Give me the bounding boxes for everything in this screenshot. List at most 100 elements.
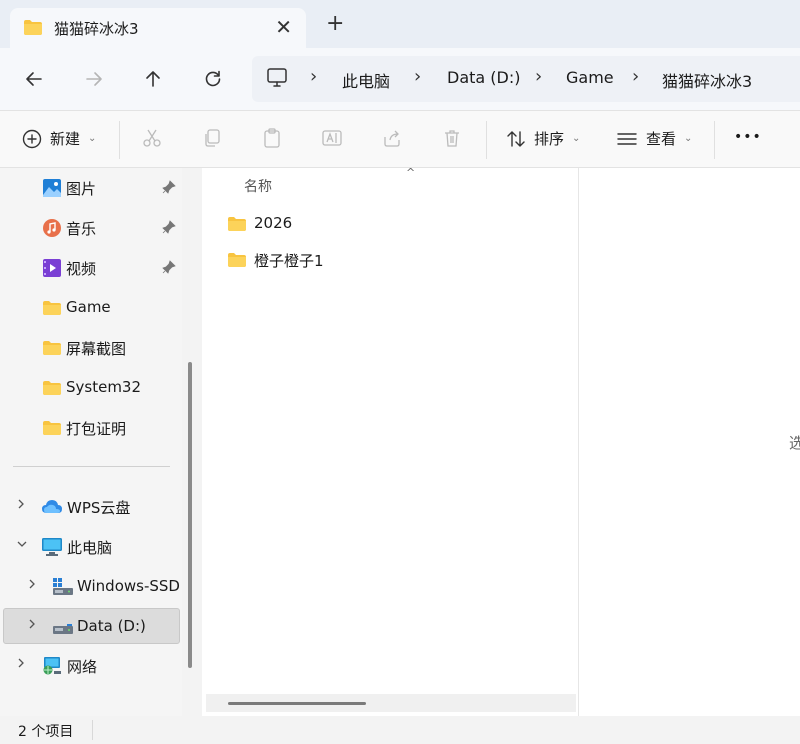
folder-icon [24, 20, 42, 39]
status-bar: 2 个项目 [0, 716, 800, 744]
sidebar-item-packing-proof[interactable]: 打包证明 [0, 410, 182, 446]
navigation-bar: › 此电脑 › Data (D:) › Game › 猫猫碎冰冰3 [0, 48, 800, 110]
breadcrumb-separator: › [414, 66, 422, 87]
sort-icon [507, 130, 525, 147]
more-options-button[interactable]: ••• [734, 129, 762, 145]
chevron-down-icon: ⌄ [572, 133, 581, 144]
trash-icon [445, 130, 459, 147]
sidebar-item-label: 屏幕截图 [66, 340, 127, 358]
navigation-pane: 图片 音乐 视频 Game 屏幕截图 System32 打包证明 WPS云盘 此… [0, 168, 182, 716]
chevron-right-icon[interactable] [27, 618, 37, 633]
sidebar-item-music[interactable]: 音乐 [0, 210, 182, 246]
sidebar-item-game[interactable]: Game [0, 290, 182, 326]
details-hint-text: 选 [789, 434, 800, 452]
refresh-button[interactable] [200, 66, 226, 92]
chevron-right-icon[interactable] [27, 578, 37, 593]
column-header-name[interactable]: 名称 [244, 176, 272, 196]
share-button[interactable] [382, 128, 402, 148]
folder-icon [43, 301, 61, 319]
chevron-down-icon: ⌄ [88, 133, 97, 144]
sidebar-item-label: Windows-SSD [77, 577, 180, 595]
sidebar-item-pictures[interactable]: 图片 [0, 170, 182, 206]
scrollbar-thumb[interactable] [228, 702, 366, 705]
sort-caret-icon: ^ [406, 166, 416, 179]
file-list: ^ 名称 2026 橙子橙子1 [202, 166, 578, 716]
view-list-icon [617, 132, 637, 145]
sidebar-item-data-drive[interactable]: Data (D:) [3, 608, 180, 644]
toolbar-divider [119, 121, 120, 159]
rename-button[interactable] [322, 128, 342, 148]
sidebar-scrollbar[interactable] [188, 362, 192, 668]
cloud-icon [42, 500, 62, 518]
pin-icon [162, 180, 176, 198]
sidebar-item-wps-cloud[interactable]: WPS云盘 [0, 489, 182, 525]
paste-button[interactable] [262, 128, 282, 148]
tab-bar: 猫猫碎冰冰3 ✕ + [0, 0, 800, 48]
folder-icon [43, 421, 61, 439]
sidebar-item-system32[interactable]: System32 [0, 370, 182, 406]
sidebar-item-network[interactable]: 网络 [0, 648, 182, 684]
chevron-right-icon[interactable] [16, 657, 26, 672]
breadcrumb-game[interactable]: Game [566, 68, 614, 87]
breadcrumb-data-drive[interactable]: Data (D:) [447, 68, 520, 87]
sidebar-divider [13, 466, 170, 467]
sidebar-item-label: WPS云盘 [67, 499, 131, 517]
close-tab-icon[interactable]: ✕ [275, 15, 292, 39]
sort-button[interactable]: 排序 ⌄ [506, 128, 580, 149]
hdd-drive-icon [53, 621, 73, 639]
chevron-down-icon[interactable] [16, 538, 28, 553]
copy-button[interactable] [202, 128, 222, 148]
up-button[interactable] [140, 66, 166, 92]
arrow-right-icon [86, 72, 102, 86]
arrow-up-icon [146, 71, 160, 87]
forward-button[interactable] [81, 66, 107, 92]
computer-icon [42, 538, 62, 560]
new-button[interactable]: 新建 ⌄ [22, 128, 96, 149]
rename-icon [322, 130, 342, 146]
folder-icon [43, 381, 61, 399]
horizontal-scrollbar[interactable] [206, 694, 576, 712]
video-icon [43, 259, 61, 281]
back-button[interactable] [21, 66, 47, 92]
address-bar[interactable]: › 此电脑 › Data (D:) › Game › 猫猫碎冰冰3 [252, 56, 800, 102]
breadcrumb-separator: › [632, 66, 640, 87]
folder-icon [228, 217, 246, 235]
sidebar-item-this-pc[interactable]: 此电脑 [0, 529, 182, 565]
refresh-icon [205, 70, 221, 87]
list-item[interactable]: 橙子橙子1 [228, 245, 568, 277]
toolbar-divider [714, 121, 715, 159]
sidebar-item-videos[interactable]: 视频 [0, 250, 182, 286]
cut-button[interactable] [142, 128, 162, 148]
breadcrumb-separator: › [310, 66, 318, 87]
sidebar-item-label: 打包证明 [66, 420, 127, 438]
new-tab-button[interactable]: + [326, 13, 344, 35]
item-count: 2 个项目 [18, 724, 74, 740]
delete-button[interactable] [442, 128, 462, 148]
arrow-left-icon [26, 72, 42, 86]
sort-button-label: 排序 [534, 130, 565, 148]
chevron-right-icon[interactable] [16, 498, 26, 513]
tab-active[interactable]: 猫猫碎冰冰3 ✕ [10, 8, 306, 48]
details-pane: 选 [578, 168, 800, 716]
sidebar-item-windows-ssd[interactable]: Windows-SSD [0, 569, 182, 605]
sidebar-item-label: 音乐 [66, 220, 97, 238]
folder-icon [228, 253, 246, 271]
breadcrumb-current-folder[interactable]: 猫猫碎冰冰3 [662, 68, 752, 92]
clipboard-icon [264, 128, 280, 148]
chevron-down-icon: ⌄ [684, 133, 693, 144]
sidebar-item-label: 网络 [67, 658, 98, 676]
list-item[interactable]: 2026 [228, 209, 568, 241]
pin-icon [162, 220, 176, 238]
network-icon [42, 657, 62, 679]
music-icon [43, 219, 61, 241]
copy-icon [205, 129, 220, 147]
toolbar-divider [486, 121, 487, 159]
view-button[interactable]: 查看 ⌄ [616, 128, 692, 149]
scissors-icon [143, 129, 161, 147]
breadcrumb-this-pc[interactable]: 此电脑 [342, 68, 390, 92]
file-name: 橙子橙子1 [254, 252, 324, 270]
sidebar-item-screenshots[interactable]: 屏幕截图 [0, 330, 182, 366]
breadcrumb-separator: › [535, 66, 543, 87]
computer-icon [266, 68, 288, 92]
sidebar-item-label: System32 [66, 378, 142, 396]
